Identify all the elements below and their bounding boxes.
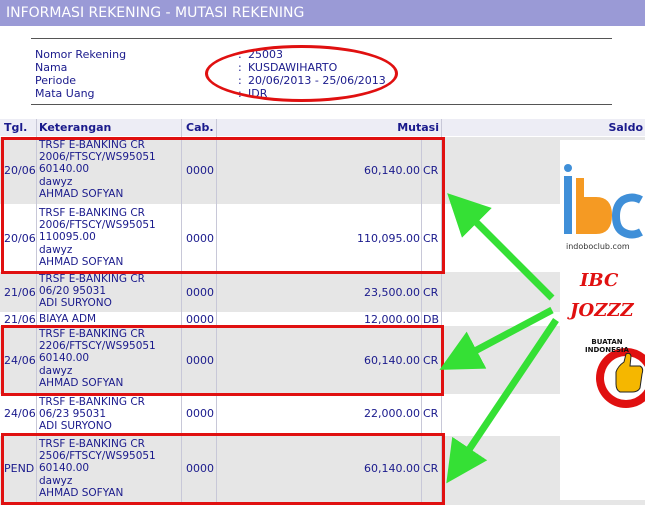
arrow-icon bbox=[446, 318, 559, 484]
annotation-arrows bbox=[439, 193, 559, 484]
arrow-icon bbox=[447, 193, 555, 301]
